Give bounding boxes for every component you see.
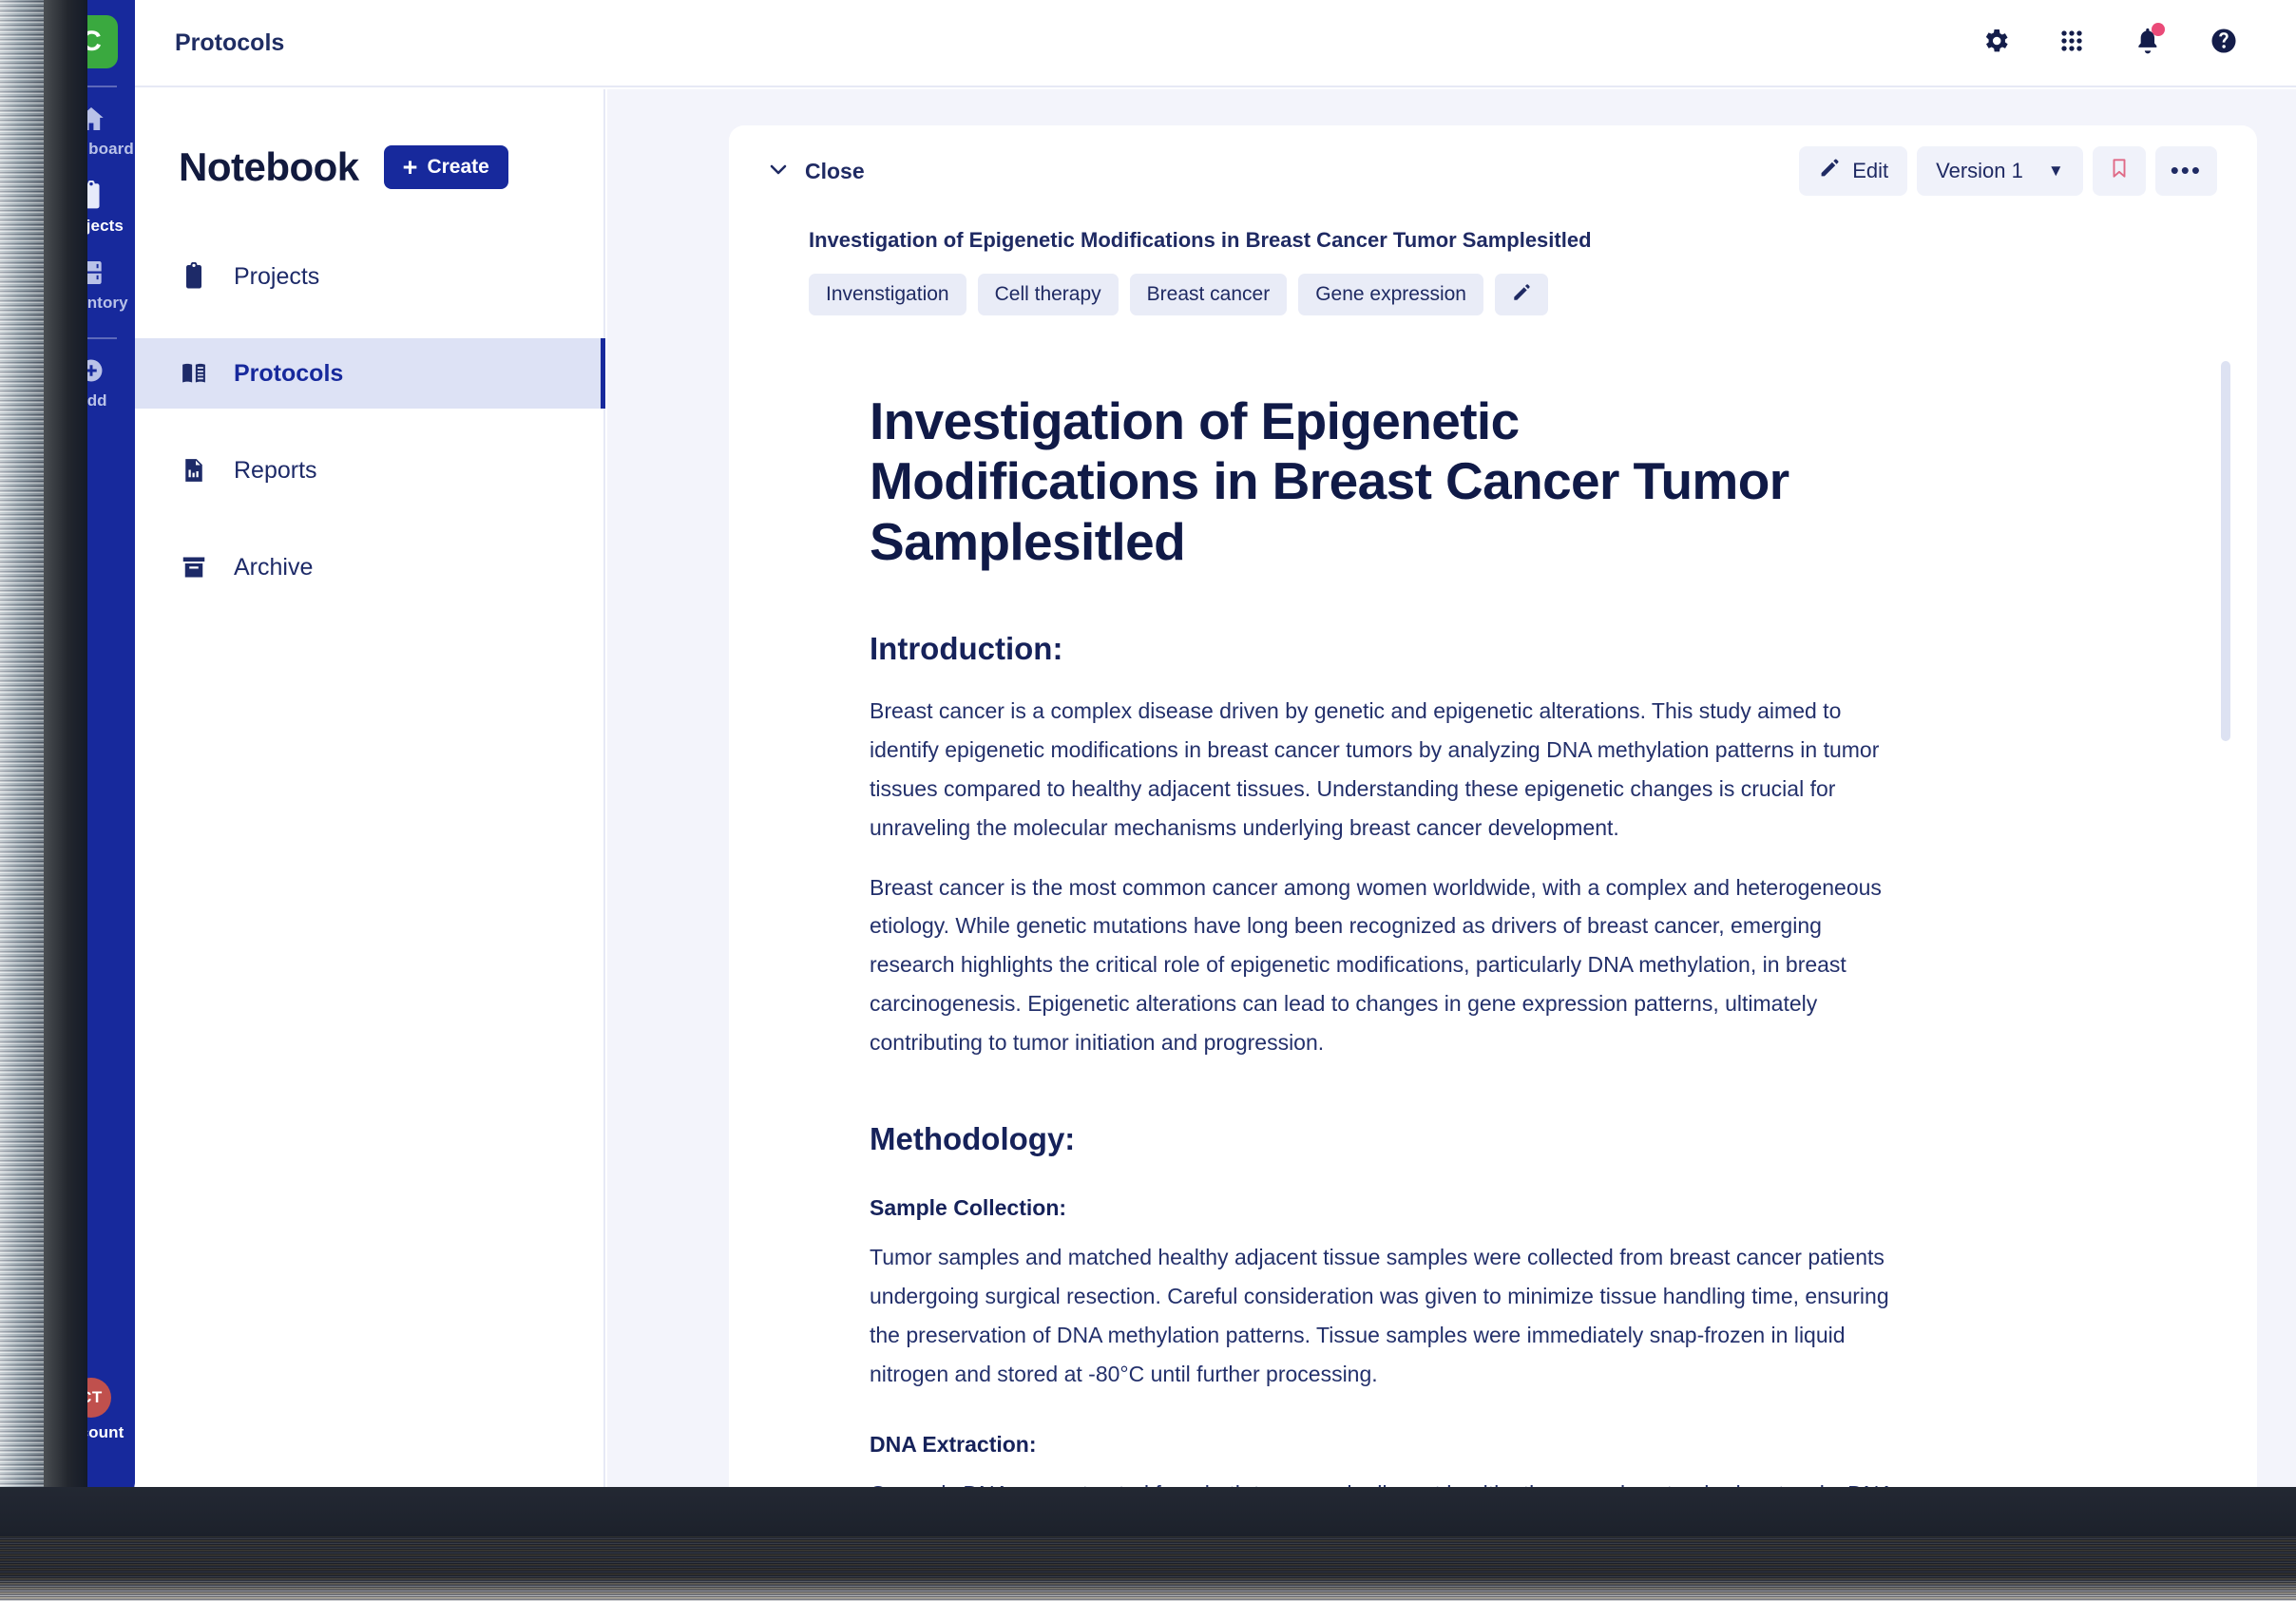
paragraph-introduction-2: Breast cancer is the most common cancer … — [870, 874, 1882, 1056]
sidebar-item-projects[interactable]: Projects — [135, 241, 603, 312]
rail-item-projects[interactable]: Projects — [87, 180, 135, 236]
sidebar-label-protocols: Protocols — [234, 359, 344, 387]
pencil-icon — [1511, 282, 1532, 308]
app-logo-letter: C — [87, 26, 102, 57]
close-button[interactable]: Close — [767, 158, 865, 185]
top-bar: Protocols — [135, 0, 2296, 87]
sidebar-label-projects: Projects — [234, 262, 320, 290]
ellipsis-icon: ••• — [2170, 156, 2202, 185]
notebook-sidebar: Notebook + Create Projects Protocols Rep… — [135, 89, 605, 1509]
version-selector[interactable]: Version 1 ▼ — [1917, 146, 2083, 196]
document-scrollbar[interactable] — [2221, 361, 2230, 741]
document-breadcrumb-title: Investigation of Epigenetic Modification… — [809, 228, 1592, 252]
notifications-button[interactable] — [2131, 23, 2165, 60]
sidebar-label-archive: Archive — [234, 553, 314, 581]
chevron-down-icon — [767, 158, 790, 185]
edit-tags-button[interactable] — [1494, 274, 1548, 315]
plus-circle-icon — [87, 354, 107, 387]
fridge-icon — [87, 257, 107, 289]
tag-chip[interactable]: Cell therapy — [977, 274, 1119, 315]
laptop-base — [0, 1487, 2296, 1601]
clipboard-icon — [179, 261, 209, 292]
sidebar-item-reports[interactable]: Reports — [135, 435, 603, 505]
gear-icon — [1980, 26, 2011, 61]
document-toolbar: Close Edit Version 1 ▼ ••• — [729, 125, 2257, 217]
sidebar-label-reports: Reports — [234, 456, 317, 484]
help-icon — [2209, 26, 2239, 61]
paragraph-sample-collection: Tumor samples and matched healthy adjace… — [870, 1245, 1889, 1386]
top-bar-actions — [1979, 23, 2296, 60]
archive-box-icon — [179, 552, 209, 582]
page-title: Protocols — [175, 29, 285, 56]
device-frame: C Dashboard Projects — [0, 0, 2296, 1601]
app-screen: C Dashboard Projects — [87, 0, 2296, 1509]
rail-label-dashboard: Dashboard — [87, 140, 134, 158]
avatar-initials: CT — [87, 1388, 103, 1406]
avatar: CT — [87, 1378, 111, 1418]
global-nav-rail: C Dashboard Projects — [87, 0, 135, 1509]
pencil-icon — [1818, 157, 1841, 185]
rail-divider-top — [87, 86, 117, 87]
paragraph-introduction-1: Breast cancer is a complex disease drive… — [870, 697, 1880, 840]
rail-item-dashboard[interactable]: Dashboard — [87, 103, 135, 159]
tag-chip[interactable]: Breast cancer — [1129, 274, 1288, 315]
section-heading-introduction: Introduction: — [870, 630, 1063, 666]
rail-label-inventory: Inventory — [87, 294, 128, 312]
global-nav-rail-content: C Dashboard Projects — [87, 0, 135, 1509]
clipboard-icon — [87, 180, 107, 212]
section-heading-methodology: Methodology: — [870, 1121, 1076, 1157]
chevron-down-icon: ▼ — [2047, 162, 2064, 180]
sidebar-item-archive[interactable]: Archive — [135, 532, 603, 602]
create-button[interactable]: + Create — [383, 145, 508, 189]
rail-divider-bottom — [87, 337, 117, 339]
notebook-title: Notebook — [179, 144, 359, 189]
notification-badge — [2152, 23, 2165, 36]
notebook-header: Notebook + Create — [135, 89, 603, 190]
apps-button[interactable] — [2055, 26, 2089, 60]
book-icon — [179, 358, 209, 389]
version-label: Version 1 — [1936, 159, 2023, 182]
bookmark-button[interactable] — [2092, 146, 2146, 196]
help-button[interactable] — [2207, 26, 2241, 60]
main-content-area: Close Edit Version 1 ▼ ••• Investigation… — [607, 89, 2296, 1509]
close-button-label: Close — [805, 158, 865, 183]
rail-item-account[interactable]: CT Account — [87, 1378, 135, 1442]
home-icon — [87, 103, 107, 135]
subsection-heading-dna-extraction: DNA Extraction: — [870, 1431, 1037, 1457]
notebook-nav-list: Projects Protocols Reports Archive — [135, 241, 605, 602]
tag-chip[interactable]: Invenstigation — [809, 274, 966, 315]
apps-grid-icon — [2057, 26, 2087, 61]
report-chart-icon — [179, 455, 209, 486]
rail-label-projects: Projects — [87, 217, 124, 235]
edit-button-label: Edit — [1852, 159, 1889, 182]
app-logo[interactable]: C — [87, 15, 118, 68]
document-tool-buttons: Edit Version 1 ▼ ••• — [1799, 146, 2217, 196]
rail-label-add: Add — [87, 391, 107, 410]
edit-button[interactable]: Edit — [1799, 146, 1908, 196]
document-tags: Invenstigation Cell therapy Breast cance… — [729, 253, 2257, 315]
bookmark-icon — [2108, 157, 2131, 185]
rail-label-account: Account — [87, 1423, 124, 1441]
sidebar-item-protocols[interactable]: Protocols — [135, 338, 605, 409]
document-heading: Investigation of Epigenetic Modification… — [870, 391, 1789, 571]
document-body: Investigation of Epigenetic Modification… — [729, 391, 2257, 1509]
tag-chip[interactable]: Gene expression — [1298, 274, 1483, 315]
rail-item-inventory[interactable]: Inventory — [87, 257, 135, 313]
subsection-heading-sample-collection: Sample Collection: — [870, 1195, 1067, 1221]
device-bezel-left-inner — [44, 0, 87, 1530]
more-options-button[interactable]: ••• — [2154, 146, 2217, 196]
settings-button[interactable] — [1979, 26, 2013, 60]
document-card: Close Edit Version 1 ▼ ••• Investigation… — [729, 125, 2257, 1509]
plus-icon: + — [402, 152, 418, 181]
rail-item-add[interactable]: Add — [87, 354, 135, 410]
create-button-label: Create — [427, 156, 489, 178]
